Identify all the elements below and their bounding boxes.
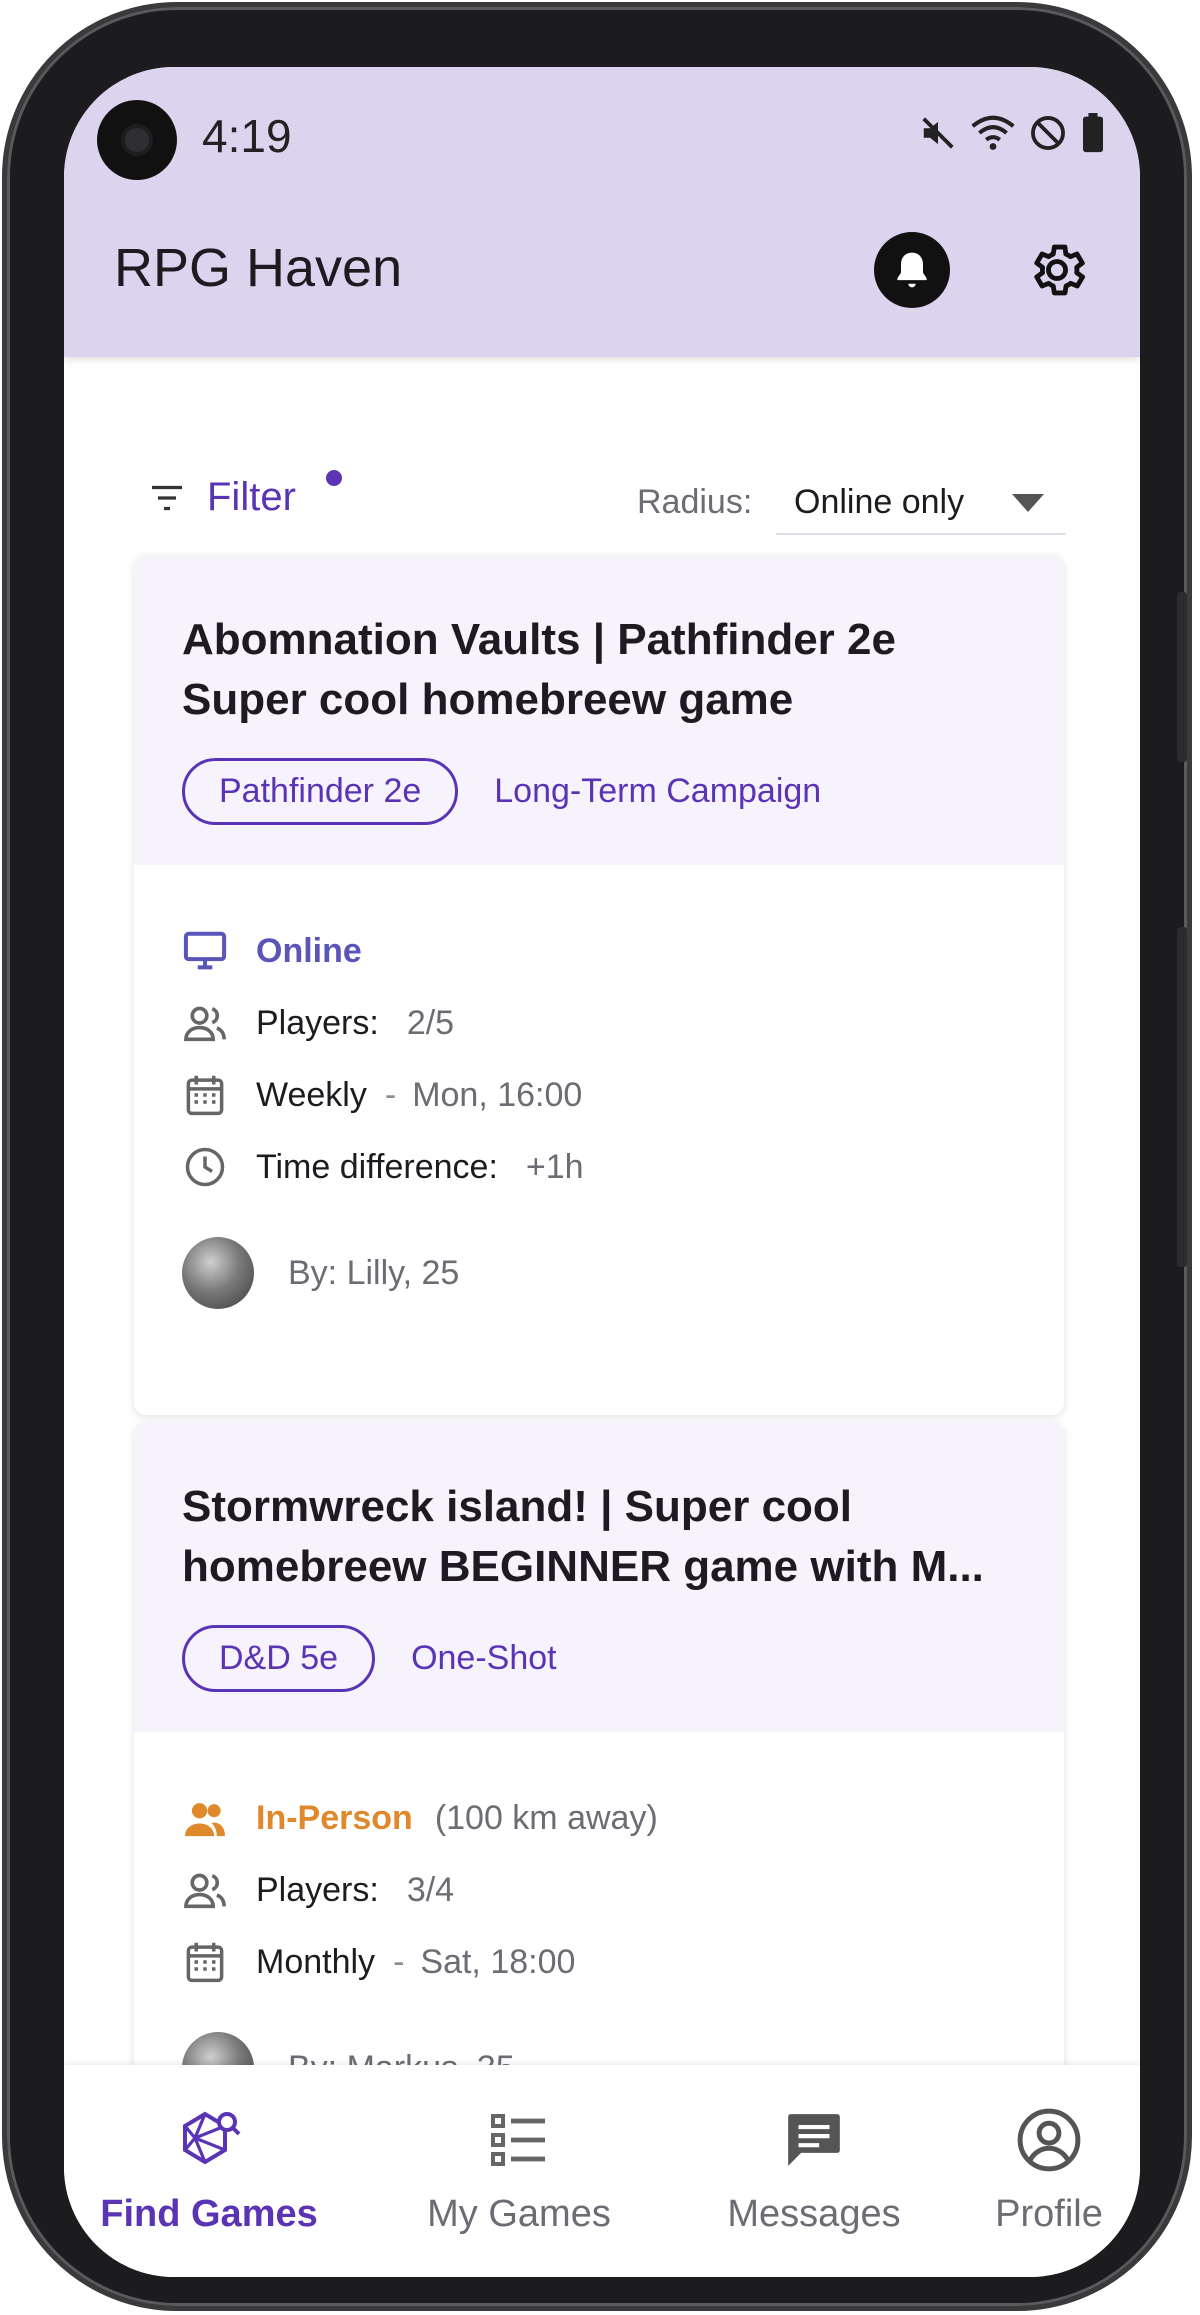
separator: - — [393, 1942, 405, 1981]
bottom-navigation: Find Games My Games Messages Profile — [64, 2065, 1140, 2277]
app-header: 4:19 RPG Haven — [64, 67, 1140, 357]
mode-row: In-Person (100 km away) — [182, 1782, 1016, 1854]
radius-dropdown[interactable]: Online only — [776, 467, 1066, 535]
players-row: Players: 3/4 — [182, 1854, 1016, 1926]
game-card-details: Online Players: 2/5 Weekly - Mon, 16:00 — [134, 865, 1064, 1349]
schedule-row: Monthly - Sat, 18:00 — [182, 1926, 1016, 1998]
avatar — [182, 1237, 254, 1309]
radius-value: Online only — [794, 483, 965, 521]
do-not-disturb-icon — [1031, 116, 1065, 150]
camera-cutout — [97, 100, 177, 180]
filter-button[interactable]: Filter — [149, 475, 296, 520]
distance: (100 km away) — [434, 1798, 658, 1837]
status-icons — [919, 113, 1105, 153]
monitor-icon — [182, 928, 228, 974]
game-title-line: Stormwreck island! | Super cool — [182, 1482, 853, 1531]
nav-label: Profile — [995, 2193, 1103, 2235]
game-title-line: homebreew BEGINNER game with M... — [182, 1542, 984, 1591]
status-time: 4:19 — [202, 110, 292, 162]
filter-label: Filter — [207, 475, 296, 519]
people-icon — [182, 1795, 228, 1841]
game-tags: D&D 5e One-Shot — [182, 1625, 1016, 1692]
time-difference-row: Time difference: +1h — [182, 1131, 1016, 1203]
filter-row: Filter Radius: Online only — [64, 357, 1140, 535]
mode-label: Online — [256, 931, 362, 970]
volume-button — [1177, 927, 1187, 1267]
phone-frame: 4:19 RPG Haven Filter Radius: Online onl… — [2, 2, 1192, 2311]
app-title: RPG Haven — [114, 238, 403, 298]
game-card-header: Stormwreck island! | Super cool homebree… — [134, 1422, 1064, 1732]
list-icon — [484, 2105, 554, 2175]
mode-row: Online — [182, 915, 1016, 987]
message-icon — [779, 2105, 849, 2175]
players-label: Players: — [256, 1870, 379, 1909]
campaign-type: Long-Term Campaign — [494, 772, 822, 810]
system-chip[interactable]: Pathfinder 2e — [182, 758, 459, 825]
nav-messages[interactable]: Messages — [704, 2105, 924, 2236]
system-chip[interactable]: D&D 5e — [182, 1625, 376, 1692]
author-row: By: Lilly, 25 — [182, 1237, 1016, 1309]
players-label: Players: — [256, 1003, 379, 1042]
calendar-icon — [182, 1939, 228, 1985]
nav-find-games[interactable]: Find Games — [100, 2105, 318, 2236]
power-button — [1177, 592, 1187, 762]
game-tags: Pathfinder 2e Long-Term Campaign — [182, 758, 1016, 825]
nav-label: My Games — [427, 2193, 611, 2235]
notifications-button[interactable] — [874, 232, 950, 308]
game-title-line: Super cool homebreew game — [182, 675, 794, 724]
mute-icon — [922, 117, 954, 149]
time-difference-value: +1h — [525, 1147, 584, 1186]
people-icon — [182, 1000, 228, 1046]
author: By: Lilly, 25 — [288, 1253, 460, 1292]
settings-button[interactable] — [1019, 232, 1095, 308]
profile-icon — [1014, 2105, 1084, 2175]
caret-down-icon — [1012, 494, 1044, 512]
wifi-icon — [971, 115, 1015, 150]
time-difference-label: Time difference: — [256, 1147, 498, 1186]
screen: 4:19 RPG Haven Filter Radius: Online onl… — [64, 67, 1140, 2277]
frequency: Monthly — [256, 1942, 376, 1981]
radius-label: Radius: — [637, 483, 753, 521]
game-title: Abomnation Vaults | Pathfinder 2e Super … — [182, 610, 1016, 730]
battery-icon — [1083, 113, 1103, 153]
schedule-time: Mon, 16:00 — [412, 1075, 583, 1114]
schedule-row: Weekly - Mon, 16:00 — [182, 1059, 1016, 1131]
nav-my-games[interactable]: My Games — [414, 2105, 624, 2236]
game-card[interactable]: Stormwreck island! | Super cool homebree… — [134, 1422, 1064, 2142]
game-title-line: Abomnation Vaults | Pathfinder 2e — [182, 615, 896, 664]
separator: - — [384, 1075, 397, 1114]
bell-icon — [897, 252, 927, 288]
clock-icon — [182, 1144, 228, 1190]
game-title: Stormwreck island! | Super cool homebree… — [182, 1477, 1016, 1597]
frequency: Weekly — [256, 1075, 367, 1114]
people-icon — [182, 1867, 228, 1913]
players-row: Players: 2/5 — [182, 987, 1016, 1059]
players-count: 2/5 — [406, 1003, 455, 1042]
campaign-type: One-Shot — [411, 1639, 557, 1677]
find-games-icon — [174, 2105, 244, 2175]
nav-label: Find Games — [100, 2193, 318, 2235]
nav-profile[interactable]: Profile — [964, 2105, 1134, 2236]
schedule-time: Sat, 18:00 — [420, 1942, 576, 1981]
gear-icon — [1034, 244, 1085, 296]
filter-active-dot — [326, 470, 342, 486]
nav-label: Messages — [727, 2193, 901, 2235]
calendar-icon — [182, 1072, 228, 1118]
game-card-header: Abomnation Vaults | Pathfinder 2e Super … — [134, 555, 1064, 865]
filter-icon — [152, 485, 182, 510]
game-card[interactable]: Abomnation Vaults | Pathfinder 2e Super … — [134, 555, 1064, 1415]
players-count: 3/4 — [406, 1870, 455, 1909]
mode-label: In-Person — [256, 1798, 413, 1837]
